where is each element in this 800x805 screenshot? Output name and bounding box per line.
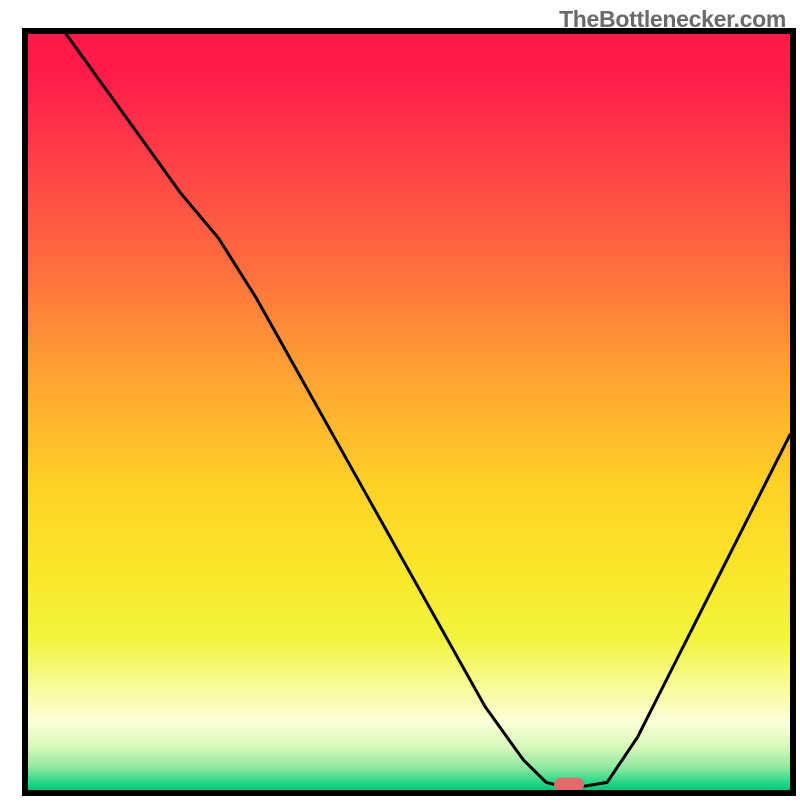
chart-container: TheBottlenecker.com — [0, 0, 800, 800]
bottleneck-chart — [0, 0, 800, 800]
watermark-text: TheBottlenecker.com — [559, 6, 786, 33]
optimal-marker — [554, 778, 584, 792]
